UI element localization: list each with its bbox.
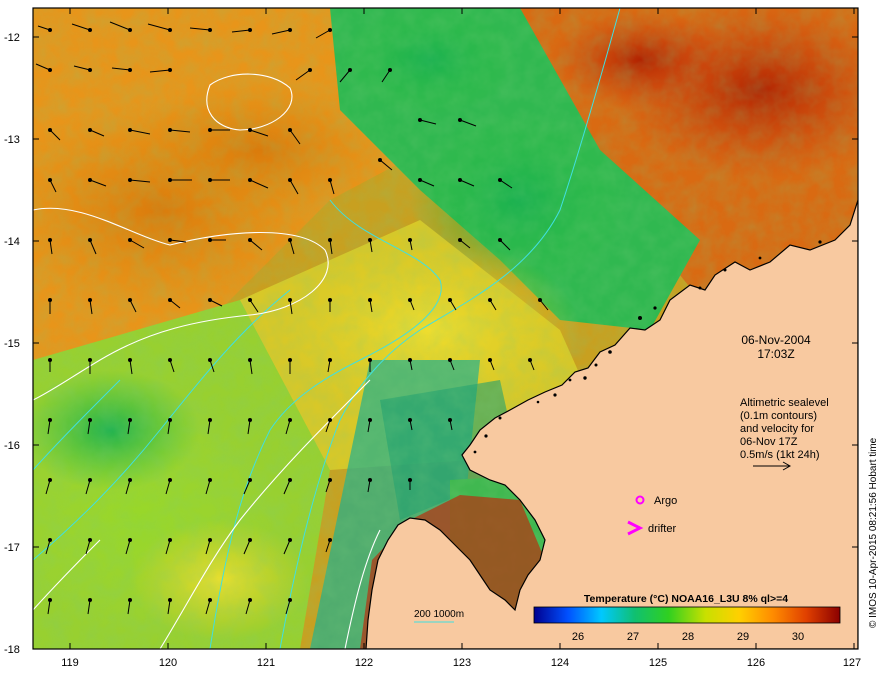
sst-map: 119 120 121 122 123 124 125 126 127 -12 …	[4, 7, 879, 669]
date-label: 06-Nov-2004	[741, 333, 811, 347]
lat-label: -17	[4, 542, 20, 554]
lon-label: 125	[649, 657, 667, 669]
altimetry-line: 0.5m/s (1kt 24h)	[740, 449, 819, 461]
lon-label: 119	[61, 657, 79, 669]
colorbar-title: Temperature (°C) NOAA16_L3U 8% ql>=4	[584, 593, 788, 605]
colorbar-tick: 29	[737, 631, 749, 643]
lat-label: -16	[4, 440, 20, 452]
argo-label: Argo	[654, 495, 677, 507]
lon-label: 123	[453, 657, 471, 669]
isobath-label: 200 1000m	[414, 609, 464, 620]
drifter-label: drifter	[648, 523, 676, 535]
colorbar-tick: 28	[682, 631, 694, 643]
lat-label: -12	[4, 32, 20, 44]
lon-label: 122	[355, 657, 373, 669]
lat-label: -13	[4, 134, 20, 146]
lat-label: -15	[4, 338, 20, 350]
lat-label: -18	[4, 644, 20, 656]
altimetry-line: and velocity for	[740, 423, 814, 435]
lon-label: 127	[843, 657, 861, 669]
colorbar-gradient	[533, 606, 841, 624]
lon-label: 126	[747, 657, 765, 669]
credit-label: © IMOS 10-Apr-2015 08:21:56 Hobart time	[868, 437, 879, 628]
colorbar-tick: 26	[572, 631, 584, 643]
altimetry-line: (0.1m contours)	[740, 410, 817, 422]
lat-label: -14	[4, 236, 20, 248]
colorbar-tick: 27	[627, 631, 639, 643]
colorbar-tick: 30	[792, 631, 804, 643]
lon-label: 124	[551, 657, 569, 669]
altimetry-line: Altimetric sealevel	[740, 397, 829, 409]
altimetry-line: 06-Nov 17Z	[740, 436, 798, 448]
lon-label: 120	[159, 657, 177, 669]
lon-label: 121	[257, 657, 275, 669]
sst-field	[33, 8, 858, 649]
time-label: 17:03Z	[757, 347, 794, 361]
